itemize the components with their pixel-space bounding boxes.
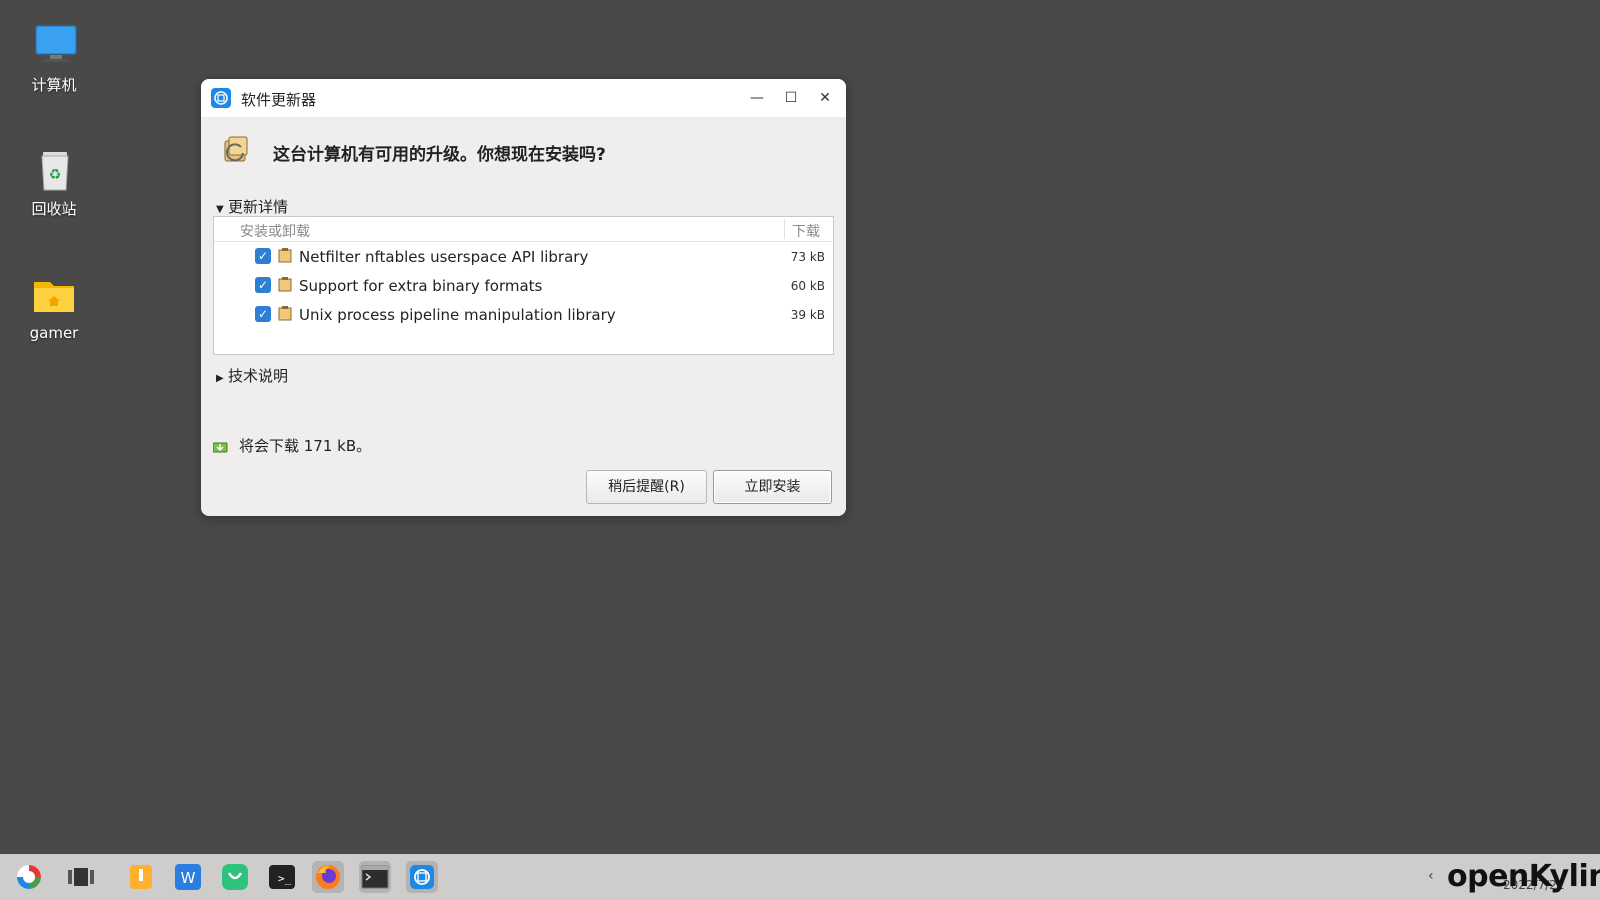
terminal-icon[interactable]: >_ [266, 861, 298, 893]
column-header-name[interactable]: 安装或卸载 [240, 221, 310, 241]
window-title: 软件更新器 [241, 91, 317, 109]
column-separator [784, 219, 785, 239]
technical-description-expander[interactable]: ▶ 技术说明 [216, 365, 288, 386]
terminal-window-icon[interactable] [359, 861, 391, 893]
software-updater-taskbar-icon[interactable] [406, 861, 438, 893]
maximize-icon[interactable]: ☐ [781, 88, 801, 108]
minimize-icon[interactable]: — [747, 88, 767, 108]
package-row[interactable]: ✓ Unix process pipeline manipulation lib… [214, 300, 833, 329]
package-checkbox[interactable]: ✓ [255, 306, 271, 322]
package-size: 39 kB [790, 308, 825, 322]
package-name: Unix process pipeline manipulation libra… [299, 306, 616, 324]
package-name: Netfilter nftables userspace API library [299, 248, 589, 266]
taskbar: W >_ ‹ 2022/7/22 openKylin [0, 854, 1600, 900]
start-menu-icon[interactable] [13, 861, 45, 893]
desktop-icon-label: 计算机 [31, 76, 77, 94]
headline-text: 这台计算机有可用的升级。你想现在安装吗? [273, 145, 606, 165]
desktop-icon-home-folder[interactable]: gamer [14, 272, 94, 342]
updater-app-icon [211, 88, 231, 108]
desktop-icon-label: 回收站 [31, 200, 77, 218]
install-now-button[interactable]: 立即安装 [713, 470, 832, 504]
desktop-icon-computer[interactable]: 计算机 [14, 22, 94, 95]
software-updater-window: 软件更新器 — ☐ ✕ 这台计算机有可用的升级。你想现在安装吗? ▼ 更新详情 安… [201, 79, 846, 516]
update-details-expander[interactable]: ▼ 更新详情 [216, 196, 288, 217]
package-list: 安装或卸载 下载 ✓ Netfilter nftables userspace … [213, 216, 834, 355]
trash-icon: ♻ [30, 146, 78, 194]
titlebar[interactable]: 软件更新器 — ☐ ✕ [201, 79, 846, 117]
package-row[interactable]: ✓ Support for extra binary formats 60 kB [214, 271, 833, 300]
expander-label: 技术说明 [228, 367, 289, 385]
svg-text:W: W [181, 869, 196, 887]
folder-icon [30, 272, 78, 320]
package-icon [278, 277, 292, 292]
multitask-view-icon[interactable] [65, 861, 97, 893]
package-size: 60 kB [790, 279, 825, 293]
archive-manager-icon[interactable] [125, 861, 157, 893]
wps-office-icon[interactable]: W [172, 861, 204, 893]
expanded-arrow-icon: ▼ [216, 204, 224, 215]
close-icon[interactable]: ✕ [815, 88, 835, 108]
package-checkbox[interactable]: ✓ [255, 248, 271, 264]
download-info: 将会下载 171 kB。 [213, 435, 371, 456]
tray-expand-icon[interactable]: ‹ [1428, 868, 1434, 884]
column-header-size[interactable]: 下载 [792, 221, 820, 241]
package-list-header: 安装或卸载 下载 [214, 217, 833, 242]
expander-label: 更新详情 [228, 198, 289, 216]
package-checkbox[interactable]: ✓ [255, 277, 271, 293]
download-icon [213, 442, 228, 452]
package-size: 73 kB [790, 250, 825, 264]
svg-text:>_: >_ [278, 872, 292, 885]
package-update-icon [219, 133, 255, 169]
computer-icon [30, 22, 78, 70]
svg-text:♻: ♻ [49, 167, 62, 183]
remind-later-button[interactable]: 稍后提醒(R) [586, 470, 707, 504]
package-icon [278, 248, 292, 263]
collapsed-arrow-icon: ▶ [216, 373, 224, 384]
package-icon [278, 306, 292, 321]
download-info-text: 将会下载 171 kB。 [239, 437, 372, 455]
desktop-icon-trash[interactable]: ♻ 回收站 [14, 146, 94, 219]
brand-watermark: openKylin [1447, 859, 1600, 894]
package-row[interactable]: ✓ Netfilter nftables userspace API libra… [214, 242, 833, 271]
messaging-app-icon[interactable] [219, 861, 251, 893]
package-name: Support for extra binary formats [299, 277, 543, 295]
desktop-icon-label: gamer [29, 324, 79, 342]
firefox-icon[interactable] [312, 861, 344, 893]
